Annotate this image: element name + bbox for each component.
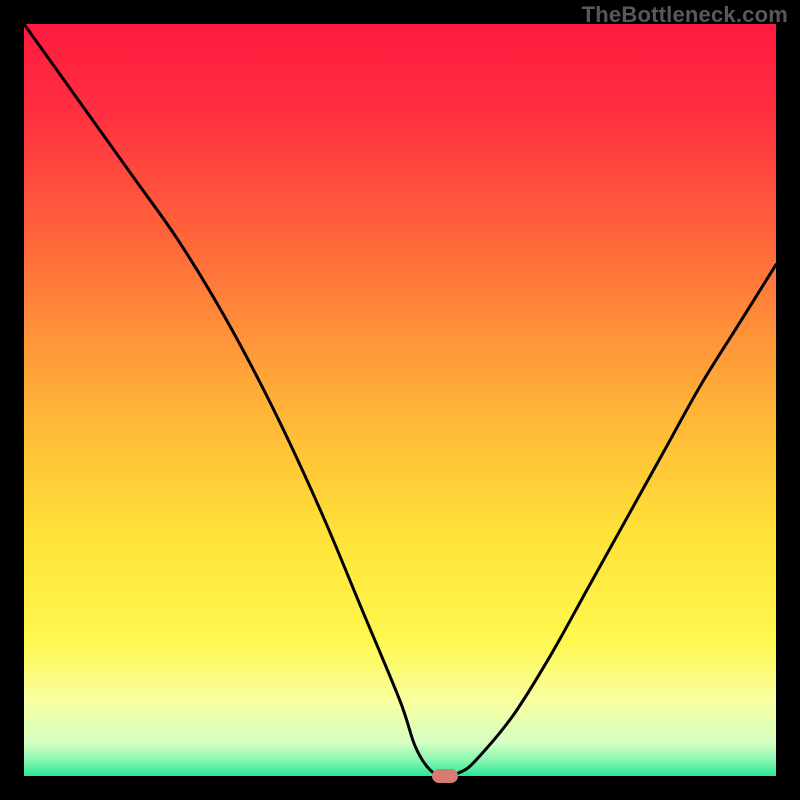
chart-frame: TheBottleneck.com — [0, 0, 800, 800]
watermark-text: TheBottleneck.com — [582, 2, 788, 28]
optimal-marker — [432, 769, 458, 783]
plot-svg — [24, 24, 776, 776]
plot-area — [24, 24, 776, 776]
gradient-rect — [24, 24, 776, 776]
